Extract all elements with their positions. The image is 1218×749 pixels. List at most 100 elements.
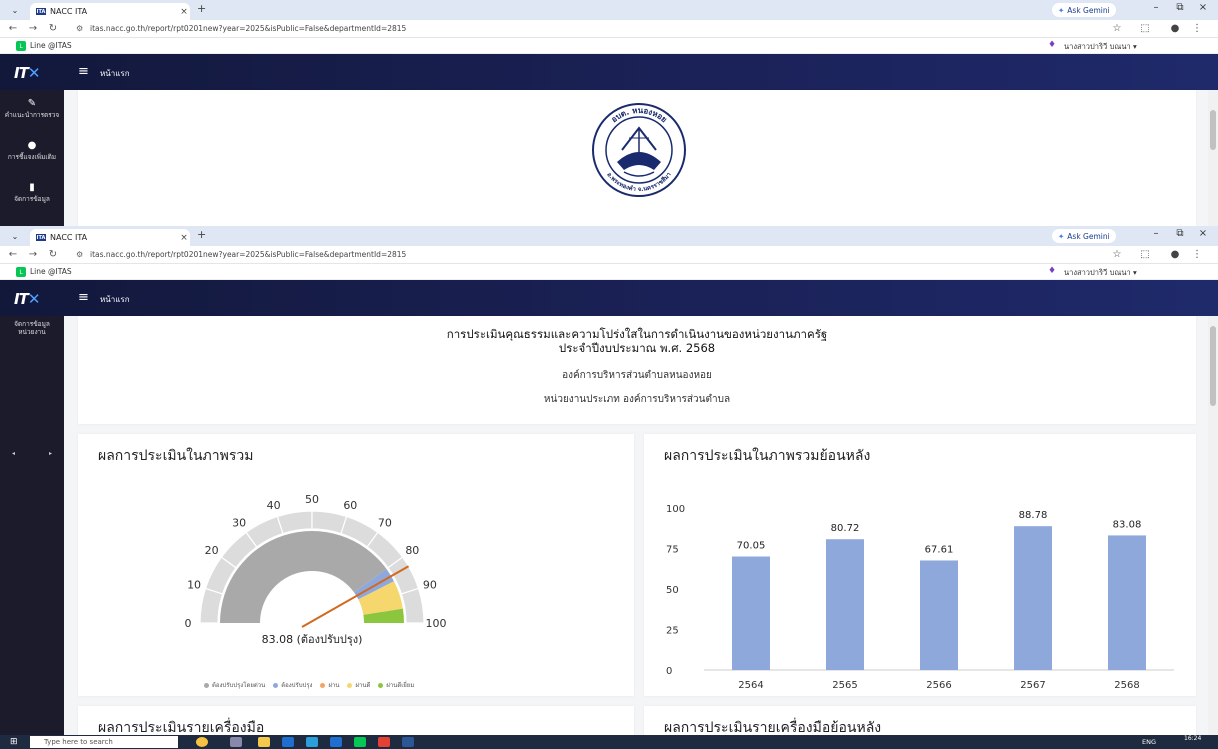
line-app-icon[interactable]	[354, 737, 366, 747]
profile-icon[interactable]: ●	[1168, 23, 1182, 34]
forward-icon[interactable]: →	[26, 249, 40, 260]
bookmark-line-itas[interactable]: Line @ITAS	[30, 41, 72, 50]
gauge-tick-segment	[199, 587, 224, 624]
file-explorer-icon[interactable]	[258, 737, 270, 747]
legend-item[interactable]: ผ่าน	[320, 680, 339, 690]
bookmark-line-itas[interactable]: Line @ITAS	[30, 267, 72, 276]
sidebar-item-guide[interactable]: ✎ คำแนะนำการตรวจ	[0, 98, 64, 120]
reload-icon[interactable]: ↻	[46, 249, 60, 260]
legend-item[interactable]: ต้องปรับปรุงโดยด่วน	[204, 680, 265, 690]
tab-search-icon[interactable]: ⌄	[6, 229, 24, 243]
back-icon[interactable]: ←	[6, 23, 20, 34]
close-window-icon[interactable]: ×	[1195, 2, 1211, 13]
bookmark-star-icon[interactable]: ☆	[1110, 23, 1124, 34]
app-icon[interactable]	[330, 737, 342, 747]
tab-search-icon[interactable]: ⌄	[6, 3, 24, 17]
sidebar: ✎ คำแนะนำการตรวจ ● การชี้แจงเพิ่มเติม ▮ …	[0, 90, 64, 226]
legend-item[interactable]: ผ่านดีเยี่ยม	[378, 680, 414, 690]
user-menu[interactable]: นางสาวปาริวี บณนา ▾	[1064, 41, 1137, 53]
user-menu[interactable]: นางสาวปาริวี บณนา ▾	[1064, 267, 1137, 279]
windows-start-icon[interactable]: ⊞	[10, 737, 20, 747]
gauge-tick-segment	[400, 587, 425, 624]
new-tab-button[interactable]: +	[197, 2, 206, 15]
chrome-icon[interactable]	[378, 737, 390, 747]
extensions-icon[interactable]: ⬚	[1138, 23, 1152, 34]
scrollbar[interactable]	[1208, 316, 1218, 735]
gemini-label: Ask Gemini	[1067, 231, 1110, 241]
legend-item[interactable]: ผ่านดี	[347, 680, 370, 690]
word-icon[interactable]	[402, 737, 414, 747]
scrollbar[interactable]	[1208, 90, 1218, 226]
ask-gemini-button[interactable]: ✦ Ask Gemini	[1052, 3, 1116, 17]
edge-icon[interactable]	[306, 737, 318, 747]
history-result-card: ผลการประเมินในภาพรวมย้อนหลัง 0 25 50 75 100 7…	[644, 434, 1196, 696]
minimize-icon[interactable]: –	[1148, 2, 1164, 13]
new-tab-button[interactable]: +	[197, 228, 206, 241]
restore-icon[interactable]: ⧉	[1172, 2, 1188, 13]
ita-logo[interactable]: IT✕	[14, 64, 40, 82]
legend-item[interactable]: ต้องปรับปรุง	[273, 680, 312, 690]
taskbar-search-input[interactable]: Type here to search	[30, 736, 178, 748]
gauge-tick-label: 0	[185, 617, 192, 630]
hamburger-icon[interactable]: ≡	[78, 64, 89, 79]
close-tab-icon[interactable]: ×	[178, 233, 190, 243]
home-link[interactable]: หน้าแรก	[100, 67, 130, 80]
tab-strip: ⌄ ITA NACC ITA × + ✦ Ask Gemini – ⧉ ×	[0, 226, 1218, 246]
search-placeholder: Type here to search	[44, 738, 113, 746]
menu-icon[interactable]: ⋮	[1190, 249, 1204, 260]
bar	[1108, 535, 1146, 670]
profile-icon[interactable]: ●	[1168, 249, 1182, 260]
scroll-thumb[interactable]	[1210, 110, 1216, 150]
gauge-tick-segment	[276, 510, 313, 535]
arrow-left-icon[interactable]: ◂	[12, 450, 15, 457]
browser-tab[interactable]: ITA NACC ITA ×	[30, 3, 190, 20]
bar-data-label: 83.08	[1113, 519, 1142, 530]
sidebar-item-data[interactable]: ▮ จัดการข้อมูล	[0, 182, 64, 204]
site-info-icon[interactable]: ⚙	[76, 24, 83, 33]
windows-taskbar: ⊞ Type here to search ENG 16:24	[0, 735, 1218, 749]
gauge-tick-label: 30	[232, 517, 246, 530]
forward-icon[interactable]: →	[26, 23, 40, 34]
content-area: การประเมินคุณธรรมและความโปร่งใสในการดำเน…	[64, 316, 1208, 735]
scroll-thumb[interactable]	[1210, 326, 1216, 406]
sidebar-item-dept-data[interactable]: จัดการข้อมูลหน่วยงาน	[0, 320, 64, 336]
bell-icon[interactable]: ♦	[1048, 266, 1056, 276]
url-field[interactable]: itas.nacc.go.th/report/rpt0201new?year=2…	[90, 24, 406, 33]
hamburger-icon[interactable]: ≡	[78, 290, 89, 305]
arrow-right-icon[interactable]: ▸	[49, 450, 52, 457]
ita-logo[interactable]: IT✕	[14, 290, 40, 308]
organization-name: องค์การบริหารส่วนตำบลหนองหอย	[562, 370, 712, 381]
bell-icon[interactable]: ♦	[1048, 40, 1056, 50]
user-icon: ●	[27, 140, 37, 151]
sidebar-item-clarify[interactable]: ● การชี้แจงเพิ่มเติม	[0, 140, 64, 162]
minimize-icon[interactable]: –	[1148, 228, 1164, 239]
menu-icon[interactable]: ⋮	[1190, 23, 1204, 34]
bookmarks-bar: L Line @ITAS ♦ นางสาวปาริวี บณนา ▾	[0, 264, 1218, 280]
sparkle-icon: ✦	[1058, 231, 1065, 241]
sparkle-icon: ✦	[1058, 5, 1065, 15]
url-field[interactable]: itas.nacc.go.th/report/rpt0201new?year=2…	[90, 250, 406, 259]
gauge-tick-label: 10	[187, 579, 201, 592]
browser-tab[interactable]: ITA NACC ITA ×	[30, 229, 190, 246]
system-tray-language[interactable]: ENG	[1142, 738, 1156, 746]
bookmark-star-icon[interactable]: ☆	[1110, 249, 1124, 260]
ask-gemini-button[interactable]: ✦ Ask Gemini	[1052, 229, 1116, 243]
gauge-tick-segment	[311, 510, 348, 535]
bookmarks-bar: L Line @ITAS ♦ นางสาวปาริวี บณนา ▾	[0, 38, 1218, 54]
reload-icon[interactable]: ↻	[46, 23, 60, 34]
home-link[interactable]: หน้าแรก	[100, 293, 130, 306]
extensions-icon[interactable]: ⬚	[1138, 249, 1152, 260]
site-info-icon[interactable]: ⚙	[76, 250, 83, 259]
close-tab-icon[interactable]: ×	[178, 7, 190, 17]
back-icon[interactable]: ←	[6, 249, 20, 260]
legend-dot-icon	[204, 683, 209, 688]
card-title: ผลการประเมินรายเครื่องมือย้อนหลัง	[664, 720, 882, 735]
restore-icon[interactable]: ⧉	[1172, 228, 1188, 239]
gauge-tick-label: 70	[378, 517, 392, 530]
weather-icon[interactable]	[196, 737, 208, 747]
taskbar-clock[interactable]: 16:24	[1184, 736, 1201, 742]
task-view-icon[interactable]	[230, 737, 242, 747]
close-window-icon[interactable]: ×	[1195, 228, 1211, 239]
store-icon[interactable]	[282, 737, 294, 747]
logo-text: IT	[14, 64, 29, 82]
